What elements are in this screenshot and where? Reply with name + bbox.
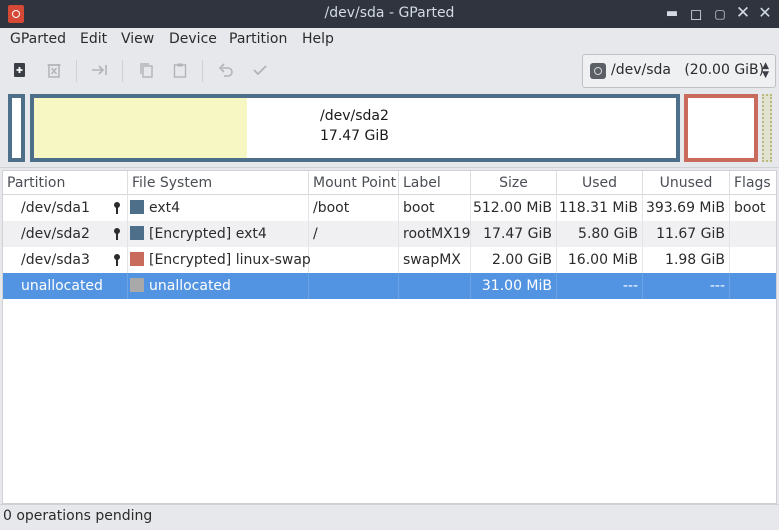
segment-sda2-label: /dev/sda2 bbox=[320, 108, 389, 124]
segment-sda3[interactable] bbox=[684, 94, 758, 162]
menu-device[interactable]: Device bbox=[169, 31, 217, 47]
fs-color-swatch bbox=[130, 226, 144, 240]
column-unused[interactable]: Unused bbox=[643, 171, 730, 195]
status-text: 0 operations pending bbox=[3, 508, 153, 524]
cell-label: boot bbox=[399, 195, 471, 221]
cell-file-system: unallocated bbox=[128, 273, 309, 299]
table-row[interactable]: /dev/sda2 [Encrypted] ext4 / rootMX19 17… bbox=[3, 221, 776, 247]
toolbar-separator bbox=[202, 60, 203, 82]
column-size[interactable]: Size bbox=[471, 171, 557, 195]
partition-table: Partition File System Mount Point Label … bbox=[2, 170, 777, 504]
cell-file-system: [Encrypted] linux-swap bbox=[128, 247, 311, 273]
cell-label: swapMX bbox=[399, 247, 471, 273]
new-icon[interactable] bbox=[10, 60, 30, 80]
cell-file-system: ext4 bbox=[128, 195, 309, 221]
cell-size: 512.00 MiB bbox=[471, 195, 557, 221]
toolbar-separator bbox=[122, 60, 123, 82]
column-label[interactable]: Label bbox=[399, 171, 471, 195]
cell-size: 2.00 GiB bbox=[471, 247, 557, 273]
disk-graph: /dev/sda2 17.47 GiB bbox=[0, 88, 779, 168]
status-bar: 0 operations pending bbox=[0, 504, 779, 530]
apply-icon[interactable] bbox=[250, 60, 270, 80]
fs-color-swatch bbox=[130, 252, 144, 266]
lock-icon bbox=[112, 221, 122, 244]
delete-icon[interactable] bbox=[44, 60, 64, 80]
cell-mount-point: / bbox=[309, 221, 399, 247]
cell-flags: boot bbox=[734, 200, 766, 216]
disk-icon bbox=[590, 63, 606, 79]
cell-partition: /dev/sda3 bbox=[3, 247, 128, 273]
fs-color-swatch bbox=[130, 278, 144, 292]
cell-unused: 11.67 GiB bbox=[643, 221, 730, 247]
menu-partition[interactable]: Partition bbox=[229, 31, 287, 47]
copy-icon[interactable] bbox=[136, 60, 156, 80]
cell-label: rootMX19 bbox=[399, 221, 471, 247]
table-row-selected[interactable]: unallocated unallocated 31.00 MiB --- --… bbox=[3, 273, 776, 299]
cell-file-system: [Encrypted] ext4 bbox=[128, 221, 309, 247]
cell-unused: --- bbox=[643, 273, 730, 299]
title-bar: /dev/sda - GParted ▬ ◻ ▢ ✕ ✕ bbox=[0, 0, 779, 28]
spin-arrows-icon: ▲ ▼ bbox=[762, 61, 769, 80]
column-used[interactable]: Used bbox=[557, 171, 643, 195]
fs-color-swatch bbox=[130, 200, 144, 214]
fs-name: [Encrypted] ext4 bbox=[149, 226, 267, 242]
undo-icon[interactable] bbox=[216, 60, 236, 80]
cell-used: 118.31 MiB bbox=[557, 195, 643, 221]
table-row[interactable]: /dev/sda1 ext4 /boot boot 512.00 MiB 118… bbox=[3, 195, 776, 221]
menu-view[interactable]: View bbox=[121, 31, 154, 47]
cell-partition: /dev/sda1 bbox=[3, 195, 128, 221]
cell-unused: 393.69 MiB bbox=[643, 195, 730, 221]
cell-partition: /dev/sda2 bbox=[3, 221, 128, 247]
cell-used: --- bbox=[557, 273, 643, 299]
table-header: Partition File System Mount Point Label … bbox=[3, 171, 776, 195]
resize-move-icon[interactable] bbox=[90, 60, 110, 80]
cell-unused: 1.98 GiB bbox=[643, 247, 730, 273]
column-flags[interactable]: Flags bbox=[730, 171, 776, 195]
paste-icon[interactable] bbox=[170, 60, 190, 80]
device-selector-value: /dev/sda (20.00 GiB) bbox=[611, 62, 765, 78]
column-file-system[interactable]: File System bbox=[128, 171, 309, 195]
cell-flags bbox=[730, 273, 776, 299]
lock-icon bbox=[112, 247, 122, 270]
cell-label bbox=[399, 273, 471, 299]
column-mount-point[interactable]: Mount Point bbox=[309, 171, 399, 195]
menu-bar: GParted Edit View Device Partition Help bbox=[0, 28, 779, 52]
cell-used: 5.80 GiB bbox=[557, 221, 643, 247]
maximize-icon[interactable]: ◻ bbox=[686, 4, 706, 24]
cell-size: 17.47 GiB bbox=[471, 221, 557, 247]
menu-gparted[interactable]: GParted bbox=[10, 31, 66, 47]
device-selector[interactable]: /dev/sda (20.00 GiB) ▲ ▼ bbox=[582, 54, 776, 88]
menu-edit[interactable]: Edit bbox=[80, 31, 107, 47]
column-partition[interactable]: Partition bbox=[3, 171, 128, 195]
restore-icon[interactable]: ▢ bbox=[710, 4, 730, 24]
segment-sda2[interactable]: /dev/sda2 17.47 GiB bbox=[30, 94, 680, 162]
cell-flags bbox=[730, 221, 776, 247]
close-window-icon[interactable]: ✕ bbox=[755, 4, 775, 24]
table-row[interactable]: /dev/sda3 [Encrypted] linux-swap swapMX … bbox=[3, 247, 776, 273]
cell-mount-point bbox=[309, 247, 399, 273]
close-icon[interactable]: ✕ bbox=[733, 4, 753, 24]
fs-name: unallocated bbox=[149, 278, 231, 294]
menu-help[interactable]: Help bbox=[302, 31, 334, 47]
lock-icon bbox=[112, 195, 122, 218]
used-space-fill bbox=[34, 98, 247, 158]
cell-mount-point bbox=[309, 273, 399, 299]
gparted-window: /dev/sda - GParted ▬ ◻ ▢ ✕ ✕ GParted Edi… bbox=[0, 0, 779, 530]
minimize-icon[interactable]: ▬ bbox=[662, 4, 682, 24]
cell-used: 16.00 MiB bbox=[557, 247, 643, 273]
cell-size: 31.00 MiB bbox=[471, 273, 557, 299]
cell-flags bbox=[730, 247, 776, 273]
fs-name: [Encrypted] linux-swap bbox=[149, 252, 311, 268]
segment-unallocated[interactable] bbox=[762, 94, 772, 162]
cell-mount-point: /boot bbox=[309, 195, 399, 221]
toolbar-separator bbox=[76, 60, 77, 82]
segment-sda1[interactable] bbox=[8, 94, 25, 162]
cell-partition: unallocated bbox=[3, 273, 128, 299]
segment-sda2-size: 17.47 GiB bbox=[320, 128, 389, 144]
fs-name: ext4 bbox=[149, 200, 181, 216]
